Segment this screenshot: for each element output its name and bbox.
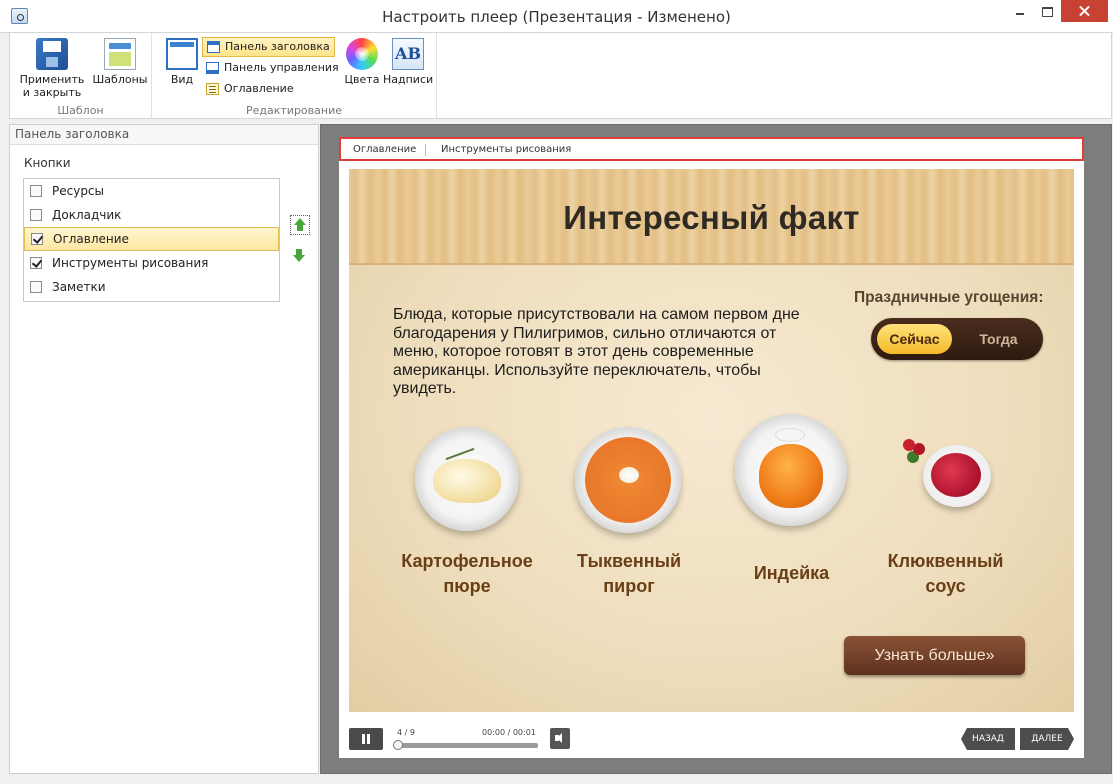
view-icon [166, 38, 198, 70]
move-up-icon[interactable] [290, 215, 310, 235]
list-item-resources[interactable]: Ресурсы [24, 179, 279, 203]
checkbox[interactable] [30, 209, 42, 221]
ribbon-group-editing: Вид Панель заголовка Панель управления О… [152, 33, 437, 119]
window-title: Настроить плеер (Презентация - Изменено) [382, 8, 731, 26]
prev-button[interactable]: НАЗАД [961, 728, 1015, 750]
slide: Интересный факт Блюда, которые присутств… [349, 169, 1074, 712]
topbar-toc[interactable]: Оглавление [353, 144, 416, 155]
left-panel: Панель заголовка Кнопки Ресурсы Докладчи… [9, 124, 319, 774]
food-turkey [735, 414, 847, 526]
checkbox[interactable] [31, 233, 43, 245]
group-label-template: Шаблон [57, 104, 104, 117]
food-label-mashed-potatoes: Картофельное пюре [401, 551, 533, 596]
food-mashed-potatoes [415, 427, 519, 531]
slide-title: Интересный факт [563, 199, 860, 236]
minimize-button[interactable] [1007, 0, 1033, 22]
checkbox[interactable] [30, 281, 42, 293]
move-down-icon[interactable] [290, 245, 310, 265]
templates-icon [104, 38, 136, 70]
left-panel-header: Панель заголовка [10, 125, 318, 145]
group-label-editing: Редактирование [246, 104, 342, 117]
save-icon [36, 38, 68, 70]
templates-button[interactable]: Шаблоны [90, 38, 150, 86]
food-cranberry-sauce [897, 431, 997, 521]
time-display: 00:00 / 00:01 [482, 728, 536, 737]
toc-button[interactable]: Оглавление [202, 80, 298, 100]
mashed-potatoes-image [415, 427, 519, 531]
toc-icon [206, 83, 219, 95]
list-item-presenter[interactable]: Докладчик [24, 203, 279, 227]
cranberry-sauce-image [897, 431, 997, 521]
food-label-turkey: Индейка [753, 563, 830, 583]
volume-icon[interactable] [550, 728, 570, 749]
seek-bar[interactable] [393, 740, 538, 750]
title-panel-icon [207, 41, 220, 53]
turkey-image [735, 414, 847, 526]
food-label-cranberry-sauce: Клюквенный соус [887, 551, 1004, 596]
topbar-drawing-tools[interactable]: Инструменты рисования [441, 144, 571, 155]
labels-icon: AB [392, 38, 424, 70]
colors-button[interactable]: Цвета [342, 38, 382, 86]
buttons-list: Ресурсы Докладчик Оглавление Инструменты… [23, 178, 280, 302]
maximize-button[interactable] [1034, 0, 1060, 22]
toggle-then[interactable]: Тогда [961, 324, 1036, 354]
holiday-treats-label: Праздничные угощения: [854, 289, 1044, 306]
learn-more-button[interactable]: Узнать больше» [844, 636, 1025, 675]
control-panel-icon [206, 62, 219, 74]
toggle-now[interactable]: Сейчас [877, 324, 952, 354]
view-button[interactable]: Вид [162, 38, 202, 86]
control-panel-button[interactable]: Панель управления [202, 59, 343, 79]
list-item-notes[interactable]: Заметки [24, 275, 279, 299]
now-then-toggle[interactable]: Сейчас Тогда [871, 318, 1043, 360]
close-button[interactable] [1061, 0, 1108, 22]
next-button[interactable]: ДАЛЕЕ [1020, 728, 1074, 750]
labels-button[interactable]: AB Надписи [383, 38, 433, 86]
seek-thumb[interactable] [393, 740, 403, 750]
player-title-panel[interactable]: Оглавление Инструменты рисования [339, 137, 1084, 161]
buttons-section-label: Кнопки [24, 156, 71, 170]
slide-body-text: Блюда, которые присутствовали на самом п… [393, 306, 800, 397]
apply-and-close-button[interactable]: Применить и закрыть [17, 38, 87, 99]
title-panel-button[interactable]: Панель заголовка [202, 37, 335, 57]
slide-counter: 4 / 9 [397, 728, 415, 737]
player-control-panel: 4 / 9 00:00 / 00:01 НАЗАД ДАЛЕЕ [339, 722, 1084, 758]
pause-icon[interactable] [349, 728, 383, 750]
checkbox[interactable] [30, 257, 42, 269]
food-pumpkin-pie [575, 427, 681, 533]
title-bar: Настроить плеер (Презентация - Изменено) [0, 0, 1113, 33]
player-preview: Оглавление Инструменты рисования Интерес… [339, 137, 1084, 758]
list-item-toc[interactable]: Оглавление [24, 227, 279, 251]
ribbon: Применить и закрыть Шаблоны Шаблон Вид П… [9, 33, 1112, 119]
food-label-pumpkin-pie: Тыквенный пирог [576, 551, 682, 596]
ribbon-group-template: Применить и закрыть Шаблоны Шаблон [10, 33, 152, 119]
colors-icon [346, 38, 378, 70]
topbar-separator [425, 144, 426, 156]
checkbox[interactable] [30, 185, 42, 197]
list-item-drawing-tools[interactable]: Инструменты рисования [24, 251, 279, 275]
pumpkin-pie-image [575, 427, 681, 533]
